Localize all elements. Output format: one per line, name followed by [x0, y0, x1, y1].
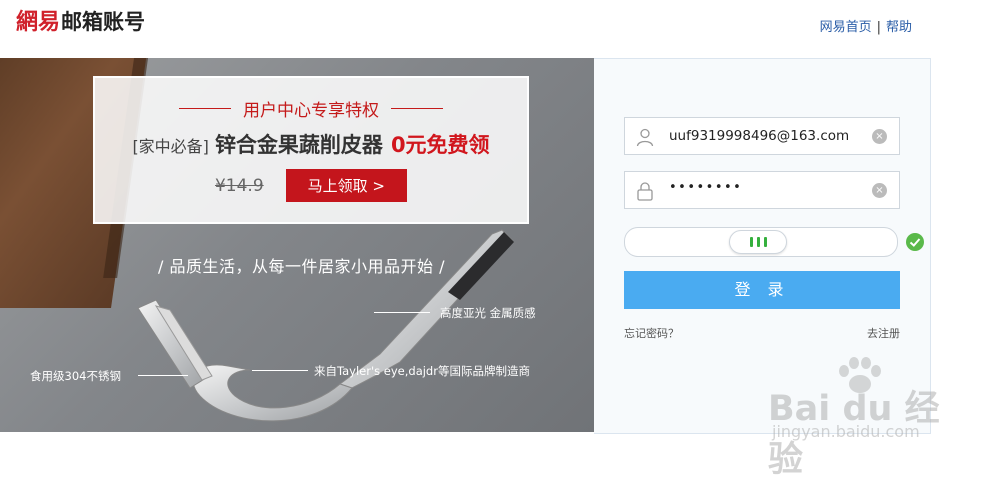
page-title: 邮箱账号	[61, 10, 146, 34]
register-link[interactable]: 去注册	[867, 325, 900, 341]
netease-home-link[interactable]: 网易首页	[820, 20, 872, 35]
feature-callout-line-2	[138, 375, 188, 376]
grip-bar-icon	[763, 237, 767, 247]
feature-callout-line-1	[374, 312, 430, 313]
login-button[interactable]: 登 录	[624, 271, 900, 309]
password-input[interactable]: ••••••••	[669, 180, 742, 195]
peeler-product-image	[137, 229, 514, 422]
feature-matte-metal: 高度亚光 金属质感	[440, 306, 536, 320]
product-tag: [家中必备]	[132, 137, 209, 156]
promo-card: 用户中心专享特权 [家中必备] 锌合金果蔬削皮器 0元免费领 ¥14.9 马上领取 …	[93, 76, 529, 224]
username-input[interactable]: uuf9319998496@163.com	[669, 128, 849, 144]
promo-heading: 用户中心专享特权	[243, 101, 379, 121]
promo-heading-row: 用户中心专享特权	[95, 96, 527, 121]
link-separator: |	[876, 20, 881, 35]
grip-bar-icon	[756, 237, 760, 247]
feature-callout-line-3	[252, 370, 308, 371]
user-icon	[636, 128, 654, 147]
captcha-slider-track[interactable]	[624, 227, 898, 257]
top-nav-links: 网易首页 | 帮助	[820, 16, 912, 35]
username-field[interactable]: uuf9319998496@163.com ×	[624, 117, 900, 155]
claim-now-button[interactable]: 马上领取 >	[285, 169, 407, 202]
verified-check-icon	[906, 233, 924, 251]
netease-logo-brand: 網易	[16, 9, 61, 35]
site-logo[interactable]: 網易 邮箱账号	[16, 4, 145, 36]
product-name: 锌合金果蔬削皮器	[214, 133, 383, 157]
feature-food-grade-steel: 食用级304不锈钢	[30, 369, 121, 383]
promo-action-row: ¥14.9 马上领取 >	[95, 169, 527, 202]
login-panel: uuf9319998496@163.com × •••••••• × 登 录 忘…	[594, 58, 931, 434]
clear-password-icon[interactable]: ×	[872, 183, 887, 198]
heading-line-right	[391, 108, 443, 109]
feature-intl-manufacturer: 来自Tayler's eye,dajdr等国际品牌制造商	[314, 364, 530, 378]
clear-username-icon[interactable]: ×	[872, 129, 887, 144]
product-offer: 0元免费领	[390, 133, 490, 157]
captcha-slider-handle[interactable]	[729, 230, 787, 254]
promo-product-line: [家中必备] 锌合金果蔬削皮器 0元免费领	[95, 129, 527, 159]
password-field[interactable]: •••••••• ×	[624, 171, 900, 209]
forgot-password-link[interactable]: 忘记密码？	[624, 325, 679, 341]
old-price: ¥14.9	[214, 175, 264, 196]
promo-banner[interactable]: 用户中心专享特权 [家中必备] 锌合金果蔬削皮器 0元免费领 ¥14.9 马上领取 …	[0, 58, 594, 432]
grip-bar-icon	[749, 237, 753, 247]
help-link[interactable]: 帮助	[886, 20, 912, 35]
heading-line-left	[179, 108, 231, 109]
lock-icon	[637, 182, 653, 201]
